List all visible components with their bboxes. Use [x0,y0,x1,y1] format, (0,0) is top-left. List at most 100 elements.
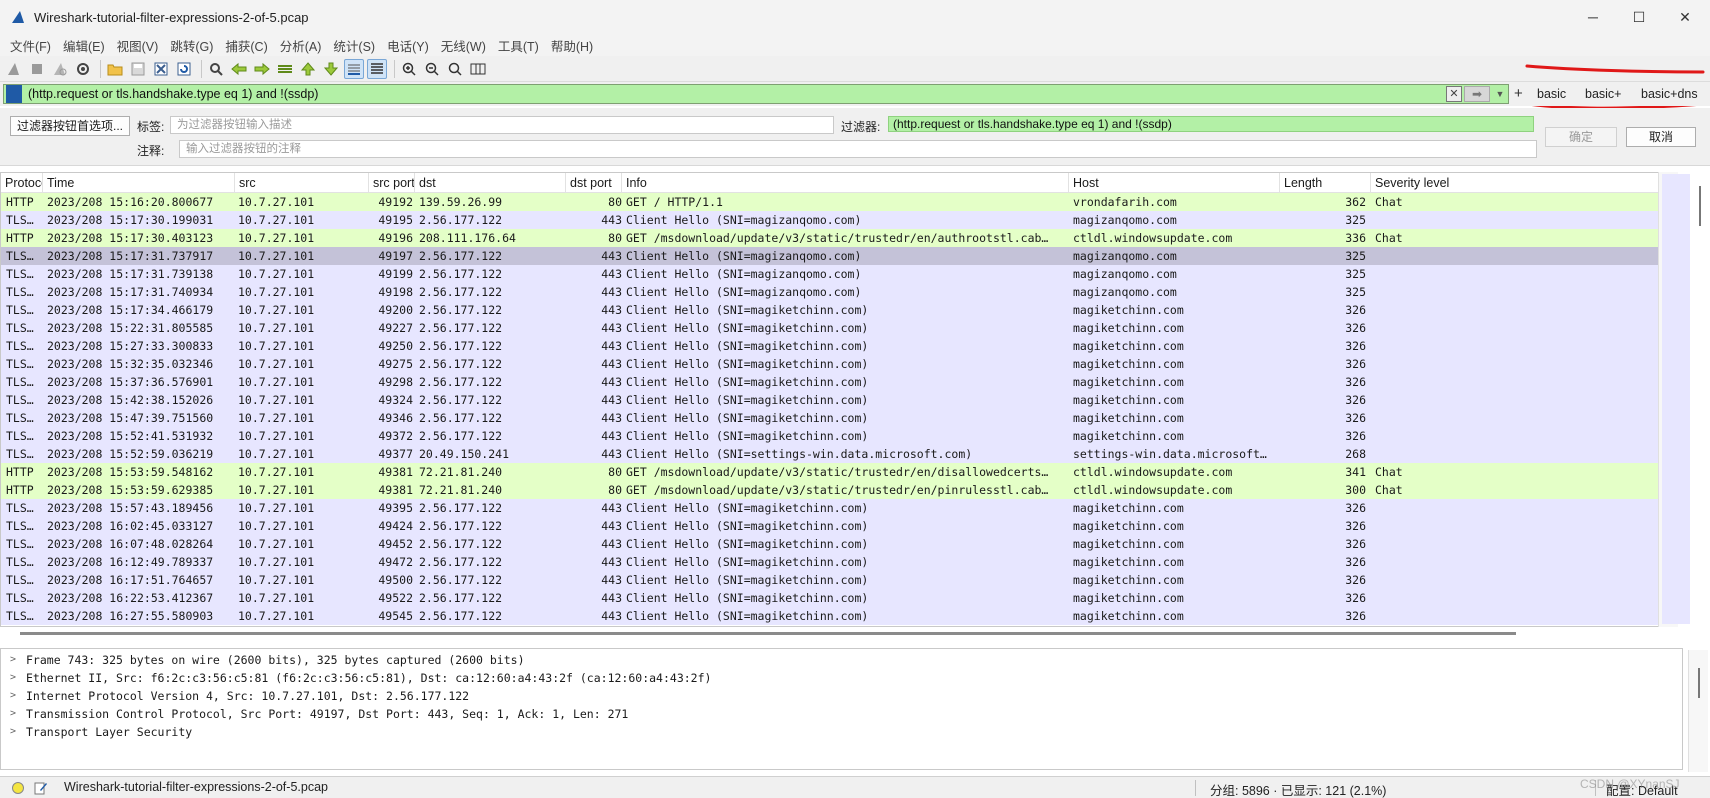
stop-capture-icon[interactable] [27,59,47,79]
expand-arrow-icon[interactable]: > [10,651,20,669]
menu-statistics[interactable]: 统计(S) [327,36,381,55]
filter-history-dropdown-icon[interactable]: ▼ [1492,86,1508,102]
filter-button-basic[interactable]: basic [1537,87,1566,101]
menu-wireless[interactable]: 无线(W) [435,36,492,55]
filter-button-basic-dns[interactable]: basic+dns [1641,87,1698,101]
zoom-normal-icon[interactable] [445,59,465,79]
packet-row[interactable]: HTTP 2023/208 15:17:30.403123 10.7.27.101 4… [1,229,1659,247]
column-header-protocol[interactable]: Protocol [1,173,43,193]
display-filter-input[interactable]: (http.request or tls.handshake.type eq 1… [3,84,1509,104]
packet-row[interactable]: TLS… 2023/208 15:57:43.189456 10.7.27.101 4… [1,499,1659,517]
menu-capture[interactable]: 捕获(C) [219,36,273,55]
label-input[interactable]: 为过滤器按钮输入描述 [170,116,834,134]
packet-row[interactable]: TLS… 2023/208 15:42:38.152026 10.7.27.101 4… [1,391,1659,409]
comment-input[interactable]: 输入过滤器按钮的注释 [179,140,1537,158]
restart-capture-icon[interactable] [50,59,70,79]
ok-button[interactable]: 确定 [1545,127,1617,147]
packet-row[interactable]: HTTP 2023/208 15:53:59.629385 10.7.27.101 4… [1,481,1659,499]
apply-filter-icon[interactable]: ➡ [1464,86,1490,102]
packet-row[interactable]: TLS… 2023/208 15:17:31.740934 10.7.27.101 4… [1,283,1659,301]
filter-bookmark-icon[interactable] [6,85,22,103]
colorize-icon[interactable] [367,58,387,79]
packet-row[interactable]: TLS… 2023/208 15:17:31.737917 10.7.27.101 4… [1,247,1659,265]
packet-row[interactable]: TLS… 2023/208 16:22:53.412367 10.7.27.101 4… [1,589,1659,607]
menu-tools[interactable]: 工具(T) [492,36,545,55]
column-header-src-port[interactable]: src port [369,173,415,193]
packet-list-scroll-thumb[interactable] [1699,186,1701,226]
last-packet-icon[interactable] [321,59,341,79]
maximize-button[interactable]: ☐ [1616,0,1662,34]
go-to-packet-icon[interactable] [275,59,295,79]
reload-file-icon[interactable] [174,59,194,79]
autoscroll-icon[interactable] [344,58,364,79]
cell-severity [1375,337,1495,355]
add-filter-button[interactable]: + [1514,85,1523,102]
first-packet-icon[interactable] [298,59,318,79]
packet-row[interactable]: TLS… 2023/208 15:17:31.739138 10.7.27.101 4… [1,265,1659,283]
column-header-time[interactable]: Time [43,173,235,193]
expand-arrow-icon[interactable]: > [10,723,20,741]
toolbar-separator [201,59,202,78]
column-header-info[interactable]: Info [622,173,1069,193]
packet-row[interactable]: TLS… 2023/208 15:17:34.466179 10.7.27.101 4… [1,301,1659,319]
zoom-in-icon[interactable] [399,59,419,79]
zoom-out-icon[interactable] [422,59,442,79]
resize-columns-icon[interactable] [468,59,488,79]
go-forward-icon[interactable] [252,59,272,79]
packet-row[interactable]: TLS… 2023/208 16:12:49.789337 10.7.27.101 4… [1,553,1659,571]
menu-help[interactable]: 帮助(H) [545,36,599,55]
expand-arrow-icon[interactable]: > [10,669,20,687]
packet-row[interactable]: TLS… 2023/208 15:22:31.805585 10.7.27.101 4… [1,319,1659,337]
cancel-button[interactable]: 取消 [1626,127,1696,147]
save-file-icon[interactable] [128,59,148,79]
menu-analyze[interactable]: 分析(A) [274,36,328,55]
column-header-dst[interactable]: dst [415,173,566,193]
cell-dst-port: 443 [601,285,622,299]
packet-row[interactable]: TLS… 2023/208 15:52:59.036219 10.7.27.101 4… [1,445,1659,463]
menu-telephony[interactable]: 电话(Y) [381,36,435,55]
menu-go[interactable]: 跳转(G) [164,36,219,55]
packet-row[interactable]: TLS… 2023/208 15:52:41.531932 10.7.27.101 4… [1,427,1659,445]
menu-file[interactable]: 文件(F) [4,36,57,55]
column-header-host[interactable]: Host [1069,173,1280,193]
packet-row[interactable]: TLS… 2023/208 15:27:33.300833 10.7.27.101 4… [1,337,1659,355]
capture-options-icon[interactable] [73,59,93,79]
capture-comment-edit-icon[interactable] [34,781,48,795]
start-capture-icon[interactable] [4,59,24,79]
packet-row[interactable]: TLS… 2023/208 16:27:55.580903 10.7.27.101 4… [1,607,1659,625]
display-filter-text[interactable]: (http.request or tls.handshake.type eq 1… [28,87,1446,101]
menu-view[interactable]: 视图(V) [111,36,165,55]
packet-row[interactable]: TLS… 2023/208 15:32:35.032346 10.7.27.101 4… [1,355,1659,373]
expert-info-led-icon[interactable] [12,782,24,794]
column-header-severity[interactable]: Severity level [1371,173,1659,193]
find-packet-icon[interactable] [206,59,226,79]
packet-list-minimap[interactable] [1662,174,1690,624]
filter-expression-input[interactable]: (http.request or tls.handshake.type eq 1… [888,116,1534,132]
cell-time: 2023/208 15:17:31.739138 [47,267,214,281]
open-folder-icon[interactable] [105,59,125,79]
close-file-icon[interactable] [151,59,171,79]
go-back-icon[interactable] [229,59,249,79]
packet-list-horizontal-scrollbar[interactable] [20,632,1516,635]
filter-button-basic-plus[interactable]: basic+ [1585,87,1621,101]
expand-arrow-icon[interactable]: > [10,687,20,705]
packet-row[interactable]: TLS… 2023/208 15:47:39.751560 10.7.27.101 4… [1,409,1659,427]
packet-row[interactable]: HTTP 2023/208 15:53:59.548162 10.7.27.101 4… [1,463,1659,481]
clear-filter-icon[interactable]: ✕ [1446,86,1462,102]
packet-row[interactable]: TLS… 2023/208 15:17:30.199031 10.7.27.101 4… [1,211,1659,229]
packet-row[interactable]: TLS… 2023/208 16:02:45.033127 10.7.27.101 4… [1,517,1659,535]
packet-row[interactable]: TLS… 2023/208 16:07:48.028264 10.7.27.101 4… [1,535,1659,553]
expand-arrow-icon[interactable]: > [10,705,20,723]
menu-edit[interactable]: 编辑(E) [57,36,111,55]
filter-button-prefs-button[interactable]: 过滤器按钮首选项... [10,116,130,136]
cell-src: 10.7.27.101 [238,339,315,353]
column-header-dst-port[interactable]: dst port [566,173,622,193]
column-header-length[interactable]: Length [1280,173,1371,193]
packet-row[interactable]: TLS… 2023/208 15:37:36.576901 10.7.27.101 4… [1,373,1659,391]
minimize-button[interactable]: ─ [1570,0,1616,34]
close-button[interactable]: ✕ [1662,0,1708,34]
column-header-src[interactable]: src [235,173,369,193]
packet-row[interactable]: HTTP 2023/208 15:16:20.800677 10.7.27.101 4… [1,193,1659,211]
packet-row[interactable]: TLS… 2023/208 16:17:51.764657 10.7.27.101 4… [1,571,1659,589]
details-scroll-thumb[interactable] [1698,668,1700,698]
